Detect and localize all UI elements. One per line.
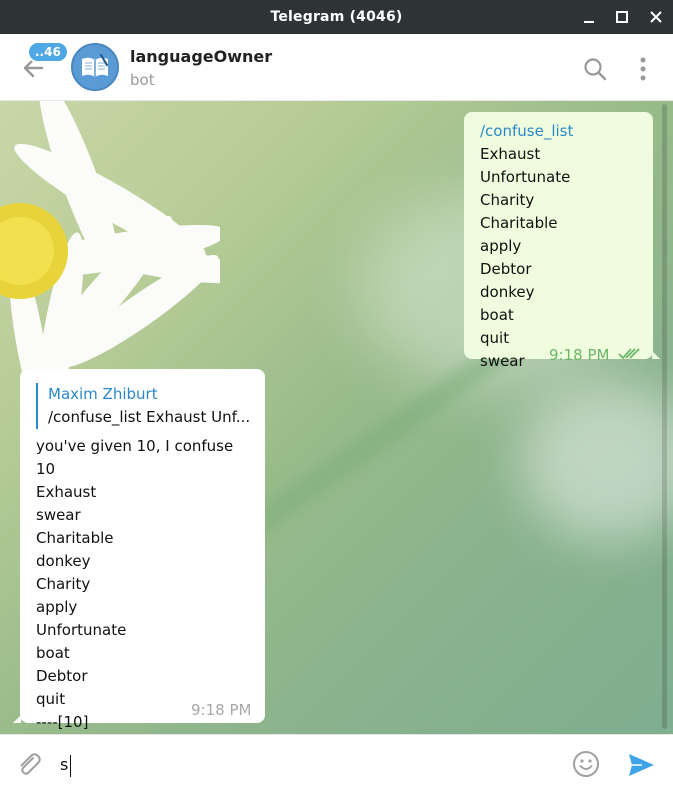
book-icon xyxy=(73,45,117,89)
chat-name[interactable]: languageOwner xyxy=(130,47,272,66)
minimize-icon[interactable] xyxy=(578,6,600,28)
message-line: boat xyxy=(480,306,514,324)
search-icon[interactable] xyxy=(582,56,608,82)
smiley-icon[interactable] xyxy=(571,749,601,779)
message-line: Unfortunate xyxy=(36,621,127,639)
message-first-line: /confuse_list Exhaust xyxy=(480,120,637,166)
message-line: apply xyxy=(480,237,522,255)
message-line: donkey xyxy=(480,283,535,301)
send-icon[interactable] xyxy=(626,750,656,780)
double-check-icon xyxy=(618,348,640,360)
unread-badge: ..46 xyxy=(27,41,69,63)
message-word: Exhaust xyxy=(480,145,541,163)
paperclip-icon[interactable] xyxy=(14,749,44,779)
message-line: Charitable xyxy=(36,529,114,547)
message-input[interactable] xyxy=(60,751,540,777)
window-title: Telegram (4046) xyxy=(270,9,403,25)
window-titlebar: Telegram (4046) xyxy=(0,0,673,34)
maximize-icon[interactable] xyxy=(611,6,633,28)
message-line: Unfortunate xyxy=(480,168,571,186)
chat-scrollbar[interactable] xyxy=(662,104,667,729)
bot-command-link[interactable]: /confuse_list xyxy=(480,122,573,140)
message-line: Charitable xyxy=(480,214,558,232)
message-composer xyxy=(0,734,673,792)
message-line: you've given 10, I confuse 10 xyxy=(36,437,234,478)
incoming-message[interactable]: Maxim Zhiburt /confuse_list Exhaust Unf.… xyxy=(13,369,265,731)
bot-avatar[interactable] xyxy=(71,43,119,91)
message-line: Exhaust xyxy=(36,483,97,501)
more-vertical-icon[interactable] xyxy=(631,55,655,83)
message-line: Charity xyxy=(36,575,91,593)
message-line: donkey xyxy=(36,552,91,570)
reply-preview: /confuse_list Exhaust Unf... xyxy=(48,408,251,426)
message-line: apply xyxy=(36,598,78,616)
chat-history[interactable]: /confuse_list Exhaust Unfortunate Charit… xyxy=(0,101,673,734)
message-line: Debtor xyxy=(36,667,88,685)
message-time: 9:18 PM xyxy=(549,346,610,364)
message-line: Charity xyxy=(480,191,535,209)
message-line: Debtor xyxy=(480,260,532,278)
background-flower-blur xyxy=(520,381,673,541)
chat-header: ..46 languageOwner bot xyxy=(0,34,673,101)
message-line: boat xyxy=(36,644,70,662)
reply-author: Maxim Zhiburt xyxy=(48,385,158,403)
message-line: swear xyxy=(36,506,81,524)
text-caret xyxy=(70,755,71,777)
message-time: 9:18 PM xyxy=(191,701,252,719)
outgoing-message[interactable]: /confuse_list Exhaust Unfortunate Charit… xyxy=(464,112,660,370)
reply-quote[interactable]: Maxim Zhiburt /confuse_list Exhaust Unf.… xyxy=(36,383,251,429)
close-icon[interactable] xyxy=(645,6,667,28)
chat-status: bot xyxy=(130,71,155,89)
